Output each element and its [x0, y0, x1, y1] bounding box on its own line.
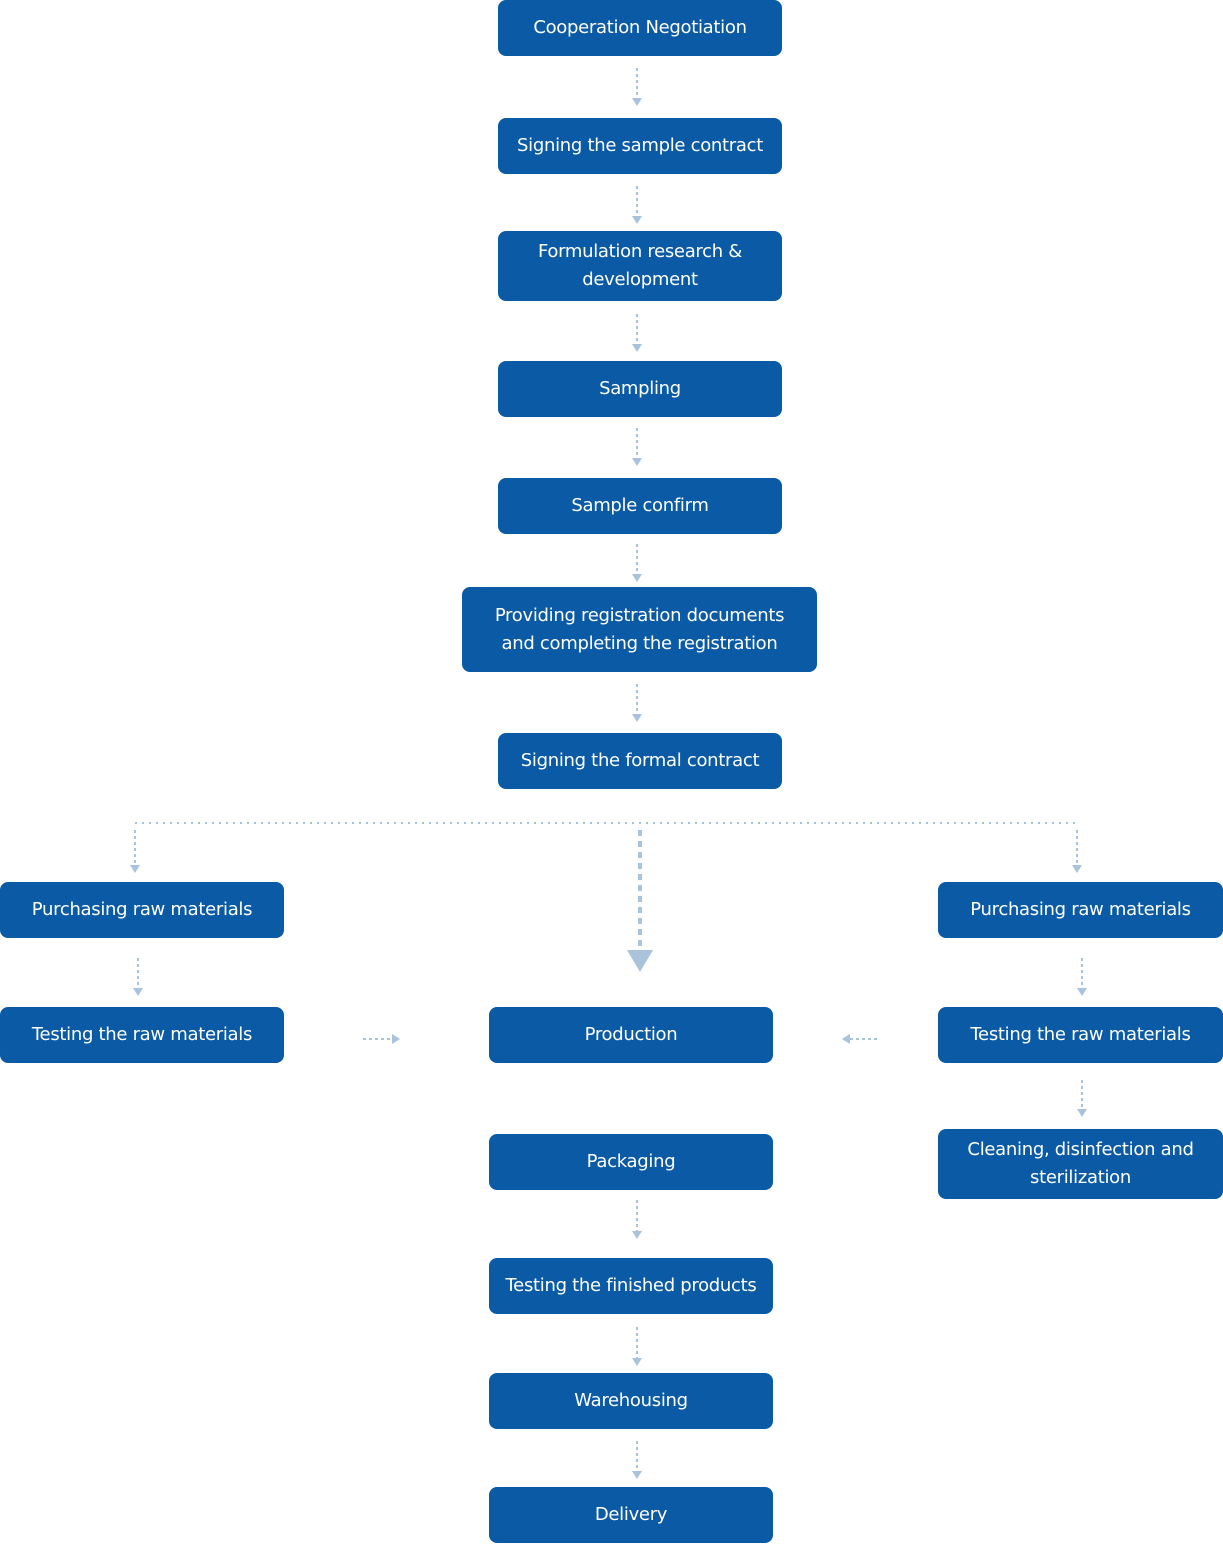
- arrow-down-icon: [632, 98, 642, 106]
- step-formulation-rd: Formulation research & development: [498, 231, 782, 301]
- step-sampling: Sampling: [498, 361, 782, 417]
- step-production: Production: [489, 1007, 773, 1063]
- arrow-right-icon: [392, 1034, 400, 1044]
- arrow-down-icon: [632, 1471, 642, 1479]
- arrow-down-icon: [133, 988, 143, 996]
- step-packaging: Packaging: [489, 1134, 773, 1190]
- step-registration: Providing registration documents and com…: [462, 587, 817, 672]
- arrow-down-icon: [1077, 988, 1087, 996]
- arrow-down-icon: [632, 574, 642, 582]
- arrow-down-icon: [632, 344, 642, 352]
- step-warehousing: Warehousing: [489, 1373, 773, 1429]
- step-right-testing-raw-materials: Testing the raw materials: [938, 1007, 1223, 1063]
- process-flowchart: Cooperation Negotiation Signing the samp…: [0, 0, 1223, 1544]
- arrow-down-icon: [130, 865, 140, 873]
- step-sample-confirm: Sample confirm: [498, 478, 782, 534]
- step-left-testing-raw-materials: Testing the raw materials: [0, 1007, 284, 1063]
- arrow-down-icon: [632, 216, 642, 224]
- step-signing-sample-contract: Signing the sample contract: [498, 118, 782, 174]
- arrow-down-icon: [632, 1231, 642, 1239]
- step-cleaning-disinfection: Cleaning, disinfection and sterilization: [938, 1129, 1223, 1199]
- arrow-down-icon: [1072, 865, 1082, 873]
- arrow-down-icon: [627, 950, 653, 972]
- arrow-left-icon: [842, 1034, 850, 1044]
- step-signing-formal-contract: Signing the formal contract: [498, 733, 782, 789]
- step-testing-finished-products: Testing the finished products: [489, 1258, 773, 1314]
- arrow-down-icon: [632, 1358, 642, 1366]
- step-right-purchasing-raw-materials: Purchasing raw materials: [938, 882, 1223, 938]
- step-cooperation-negotiation: Cooperation Negotiation: [498, 0, 782, 56]
- step-delivery: Delivery: [489, 1487, 773, 1543]
- arrow-down-icon: [632, 714, 642, 722]
- arrow-down-icon: [632, 458, 642, 466]
- arrow-down-icon: [1077, 1109, 1087, 1117]
- step-left-purchasing-raw-materials: Purchasing raw materials: [0, 882, 284, 938]
